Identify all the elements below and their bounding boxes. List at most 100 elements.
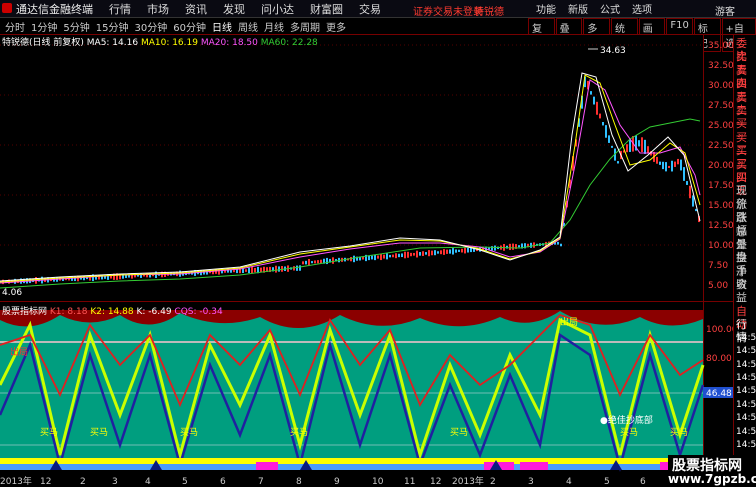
candle	[599, 113, 601, 119]
menu-function[interactable]: 功能	[530, 1, 562, 16]
indicator-title: 股票指标网	[2, 307, 48, 317]
menu-market[interactable]: 市场	[139, 1, 177, 17]
menu-quotes[interactable]: 行情	[101, 1, 139, 17]
watermark-url: www.7gpzb.com	[668, 472, 756, 486]
candle	[407, 251, 409, 258]
price-panel	[0, 35, 703, 302]
tab-1min[interactable]: 1分钟	[28, 19, 60, 34]
candle	[629, 139, 631, 152]
candle	[404, 251, 406, 259]
candle	[398, 253, 400, 258]
signal-label: 买马	[290, 427, 308, 438]
candle	[308, 258, 310, 266]
candle	[245, 269, 247, 272]
signal-label: 出局	[560, 316, 578, 328]
price-tick-label: 10.00	[708, 241, 733, 251]
tab-5min[interactable]: 5分钟	[60, 19, 92, 34]
signal-label: 买马	[90, 427, 108, 438]
tab-monthly[interactable]: 月线	[261, 19, 287, 34]
candle	[377, 255, 379, 259]
date-tick-label: 5	[182, 477, 188, 487]
candle	[461, 248, 463, 253]
date-tick-label: 7	[258, 477, 264, 487]
menu-formula[interactable]: 公式	[594, 1, 626, 16]
candle	[317, 260, 319, 264]
candle	[455, 249, 457, 253]
menu-new-version[interactable]: 新版	[562, 1, 594, 16]
candle	[680, 159, 682, 171]
candle	[389, 254, 391, 258]
menu-news[interactable]: 资讯	[177, 1, 215, 17]
guest-label[interactable]: 游客	[715, 3, 735, 18]
candle	[446, 249, 448, 254]
signal-label: 买马	[620, 427, 638, 438]
date-tick-label: 12	[430, 477, 441, 487]
date-tick-label: 3	[112, 477, 118, 487]
date-tick-label: 5	[604, 477, 610, 487]
stock-name: 特锐德	[474, 7, 504, 18]
candle	[395, 253, 397, 259]
candle	[350, 257, 352, 262]
menu-ask[interactable]: 问小达	[253, 1, 302, 17]
ma-legend-item: MA20: 18.50	[197, 38, 258, 48]
kline-chart[interactable]: 35.0032.5030.0027.5025.0022.5020.0017.50…	[0, 35, 733, 487]
tick-time: 14:50	[736, 413, 756, 424]
candle	[647, 146, 649, 154]
candle	[401, 253, 403, 258]
tab-weekly[interactable]: 周线	[235, 19, 261, 34]
date-tick-label: 3	[528, 477, 534, 487]
menu-discover[interactable]: 发现	[215, 1, 253, 17]
candle	[596, 101, 598, 115]
candle	[644, 139, 646, 154]
candle	[608, 135, 610, 143]
right-menu: 功能 新版 公式 选项	[530, 1, 658, 16]
candle	[668, 165, 670, 168]
indicator-current-value: 46.48	[706, 389, 732, 399]
price-tick-label: 22.50	[708, 141, 733, 151]
candle	[494, 245, 496, 251]
price-tick-label: 17.50	[708, 181, 733, 191]
candle	[605, 125, 607, 138]
candle	[671, 160, 673, 172]
candle	[260, 267, 262, 273]
date-tick-label: 2013年	[452, 475, 484, 487]
candle	[626, 144, 628, 153]
candle	[440, 250, 442, 255]
signal-label: ●绝佳抄底部	[600, 414, 653, 426]
menu-trade[interactable]: 交易	[351, 1, 389, 17]
tab-30min[interactable]: 30分钟	[131, 19, 170, 34]
candle	[392, 254, 394, 258]
ma-legend-item: MA10: 16.19	[138, 38, 198, 48]
candle	[362, 256, 364, 260]
tick-time: 14:50	[736, 386, 756, 397]
menu-options[interactable]: 选项	[626, 1, 658, 16]
tab-15min[interactable]: 15分钟	[93, 19, 132, 34]
candle	[686, 181, 688, 185]
candle	[305, 260, 307, 265]
date-tick-label: 9	[334, 477, 340, 487]
signal-label: 买马	[670, 427, 688, 438]
candle	[488, 247, 490, 250]
candle	[674, 161, 676, 167]
candle	[683, 167, 685, 181]
candle	[641, 137, 643, 152]
login-warning[interactable]: 证券交易未登录	[413, 3, 483, 18]
candle	[617, 161, 619, 164]
tab-timeshare[interactable]: 分时	[2, 19, 28, 34]
date-tick-label: 2	[490, 477, 496, 487]
candle	[467, 247, 469, 253]
tab-multi-period[interactable]: 多周期	[287, 19, 323, 34]
tab-daily[interactable]: 日线	[209, 19, 235, 34]
candle	[434, 250, 436, 256]
quote-field-label: 收益	[736, 278, 747, 305]
tab-more[interactable]: 更多	[323, 19, 349, 34]
candle	[278, 266, 280, 272]
tab-60min[interactable]: 60分钟	[170, 19, 209, 34]
candle	[371, 255, 373, 260]
price-tick-label: 15.00	[708, 201, 733, 211]
menu-wealth[interactable]: 财富圈	[302, 1, 351, 17]
candle	[602, 121, 604, 126]
indicator-panel: 出局出局买马 买马 买马 买马 买马 买马 买马●绝佳抄底部	[0, 310, 705, 472]
date-tick-label: 6	[220, 477, 226, 487]
price-tick-label: 27.50	[708, 101, 733, 111]
